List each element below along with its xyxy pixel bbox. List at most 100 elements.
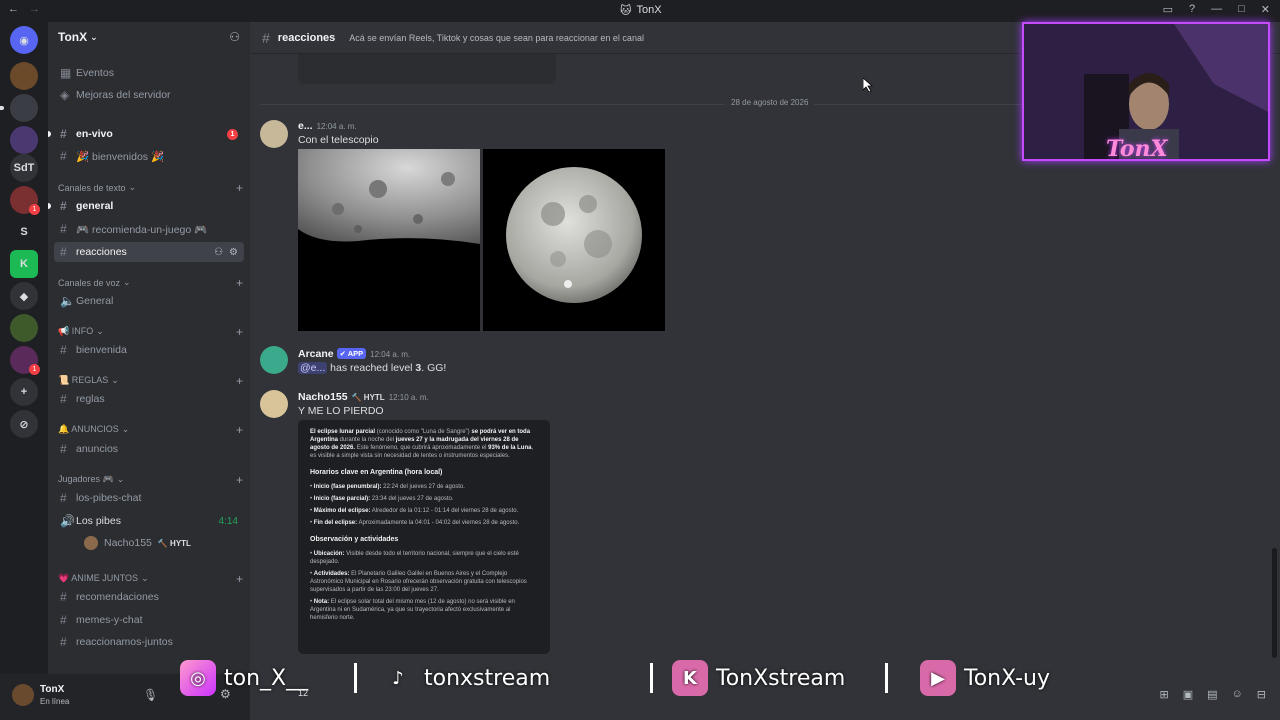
server-s[interactable]: S xyxy=(10,218,38,246)
category-reglas[interactable]: 📜 REGLAS ⌄ + xyxy=(58,374,243,388)
voice-user[interactable]: Nacho155 🔨 HYTL xyxy=(78,533,244,553)
server-header[interactable]: TonX ⌄ ⚇ xyxy=(48,22,250,52)
microphone-icon[interactable]: 🎙 xyxy=(143,688,158,702)
channel-recomienda[interactable]: # 🎮 recomienda-un-juego 🎮 xyxy=(54,219,244,239)
channel-en-vivo[interactable]: # en-vivo 1 xyxy=(54,124,244,144)
apps-icon[interactable]: ⊟ xyxy=(1257,688,1266,701)
kick-server-icon[interactable]: K xyxy=(10,250,38,278)
gear-icon[interactable]: ⚙ xyxy=(229,247,238,258)
sticker-icon[interactable]: ▤ xyxy=(1207,688,1217,701)
maximize-icon[interactable]: □ xyxy=(1238,3,1245,16)
category-anime[interactable]: 💗 ANIME JUNTOS ⌄ + xyxy=(58,572,243,586)
counter: 12 xyxy=(298,688,309,698)
moon-closeup-image[interactable] xyxy=(298,149,480,331)
add-channel-icon[interactable]: + xyxy=(236,572,243,586)
channel-general[interactable]: # general xyxy=(54,196,244,216)
category-texto[interactable]: Canales de texto ⌄ + xyxy=(58,181,243,195)
sidebar-item-eventos[interactable]: ▦ Eventos xyxy=(54,63,244,83)
channel-reglas[interactable]: # reglas xyxy=(54,389,244,409)
full-moon-image[interactable] xyxy=(483,149,665,331)
social-overlay: ◎ ton_X__ ♪ tonxstream K TonXstream ▶ To… xyxy=(180,660,1080,696)
back-arrow-icon[interactable]: ← xyxy=(8,3,19,15)
chevron-down-icon: ⌄ xyxy=(128,182,137,192)
message-author[interactable]: e... 12:04 a. m. xyxy=(298,120,357,132)
avatar[interactable] xyxy=(260,120,288,148)
discord-home-icon[interactable]: ◉ xyxy=(10,26,38,54)
channel-bienvenida[interactable]: # bienvenida xyxy=(54,340,244,360)
chevron-down-icon: ⌄ xyxy=(90,31,98,42)
moon-closeup-svg xyxy=(298,149,480,244)
sidebar-item-boosts[interactable]: ◈ Mejoras del servidor xyxy=(54,85,244,105)
channel-memes[interactable]: # memes-y-chat xyxy=(54,610,244,630)
add-channel-icon[interactable]: + xyxy=(236,325,243,339)
channel-bienvenidos[interactable]: # 🎉 bienvenidos 🎉 xyxy=(54,146,244,166)
nav-buttons: ← → xyxy=(8,3,40,15)
voice-timer: 4:14 xyxy=(218,515,238,527)
message-author[interactable]: Arcane ✔ APP 12:04 a. m. xyxy=(298,348,410,360)
hashtag-icon: # xyxy=(60,127,67,141)
add-channel-icon[interactable]: + xyxy=(236,181,243,195)
add-server-icon[interactable]: + xyxy=(10,378,38,406)
hashtag-icon: # xyxy=(60,392,67,406)
minimize-icon[interactable]: — xyxy=(1211,3,1222,16)
category-info[interactable]: 📢 INFO ⌄ + xyxy=(58,325,243,339)
hashtag-icon: # xyxy=(60,635,67,649)
voice-channel-los-pibes[interactable]: 🔊 Los pibes 4:14 xyxy=(54,511,244,531)
full-moon-svg xyxy=(506,167,642,303)
previous-embed[interactable] xyxy=(298,54,556,84)
server-icon[interactable] xyxy=(10,314,38,342)
channel-anuncios[interactable]: # anuncios xyxy=(54,439,244,459)
category-voz[interactable]: Canales de voz ⌄ + xyxy=(58,276,243,290)
list-item: • Nota: El eclipse solar total del mismo… xyxy=(310,599,515,621)
channel-los-pibes-chat[interactable]: # los-pibes-chat xyxy=(54,488,244,508)
category-jugadores[interactable]: Jugadores 🎮 ⌄ + xyxy=(58,473,243,487)
hashtag-icon: # xyxy=(262,29,270,46)
channel-reacciones[interactable]: # reacciones ⚇ ⚙ xyxy=(54,242,244,262)
emoji-icon[interactable]: ☺ xyxy=(1232,688,1243,701)
gif-icon[interactable]: ▣ xyxy=(1183,688,1193,701)
invite-people-icon[interactable]: ⚇ xyxy=(229,30,240,44)
webcam-overlay: TonX xyxy=(1022,22,1270,161)
invite-icon[interactable]: ⚇ xyxy=(214,247,223,258)
close-icon[interactable]: ✕ xyxy=(1261,3,1270,16)
user-tag: 🔨 HYTL xyxy=(351,393,385,402)
kick-icon: K xyxy=(672,660,708,696)
hashtag-icon: # xyxy=(60,222,67,236)
message-author[interactable]: Nacho155 🔨 HYTL 12:10 a. m. xyxy=(298,391,429,403)
hashtag-icon: # xyxy=(60,149,67,163)
voice-channel-general[interactable]: 🔈 General xyxy=(54,291,244,311)
add-channel-icon[interactable]: + xyxy=(236,276,243,290)
server-sdt[interactable]: SdT xyxy=(10,154,38,182)
separator xyxy=(354,663,357,693)
forward-arrow-icon[interactable]: → xyxy=(29,3,40,15)
server-icon[interactable] xyxy=(10,126,38,154)
avatar xyxy=(84,536,98,550)
user-mention[interactable]: @e... xyxy=(298,362,328,374)
channel-reaccionamos[interactable]: # reaccionamos-juntos xyxy=(54,632,244,652)
hashtag-icon: # xyxy=(60,245,67,259)
separator xyxy=(650,663,653,693)
gift-icon[interactable]: ⊞ xyxy=(1160,688,1169,701)
server-icon[interactable]: ◆ xyxy=(10,282,38,310)
avatar[interactable] xyxy=(260,390,288,418)
chat-scrollbar[interactable] xyxy=(1272,548,1277,658)
add-channel-icon[interactable]: + xyxy=(236,374,243,388)
server-icon[interactable] xyxy=(10,62,38,90)
chevron-down-icon: ⌄ xyxy=(121,424,130,434)
separator xyxy=(885,663,888,693)
chevron-down-icon: ⌄ xyxy=(111,375,119,385)
bot-avatar[interactable] xyxy=(260,346,288,374)
category-anuncios[interactable]: 🔔 ANUNCIOS ⌄ + xyxy=(58,423,243,437)
channel-topic[interactable]: Acá se envían Reels, Tiktok y cosas que … xyxy=(349,33,644,43)
eclipse-info-card[interactable]: El eclipse lunar parcial (conocido como … xyxy=(298,420,550,654)
help-icon[interactable]: ? xyxy=(1189,3,1195,16)
avatar[interactable] xyxy=(12,684,34,706)
server-icon[interactable] xyxy=(10,94,38,122)
explore-icon[interactable]: ⊘ xyxy=(10,410,38,438)
channel-recomendaciones[interactable]: # recomendaciones xyxy=(54,587,244,607)
add-channel-icon[interactable]: + xyxy=(236,423,243,437)
inbox-icon[interactable]: ▭ xyxy=(1163,3,1173,16)
chevron-down-icon: ⌄ xyxy=(141,573,149,583)
times-list: • Inicio (fase penumbral): 22:24 del jue… xyxy=(310,483,538,527)
add-channel-icon[interactable]: + xyxy=(236,473,243,487)
